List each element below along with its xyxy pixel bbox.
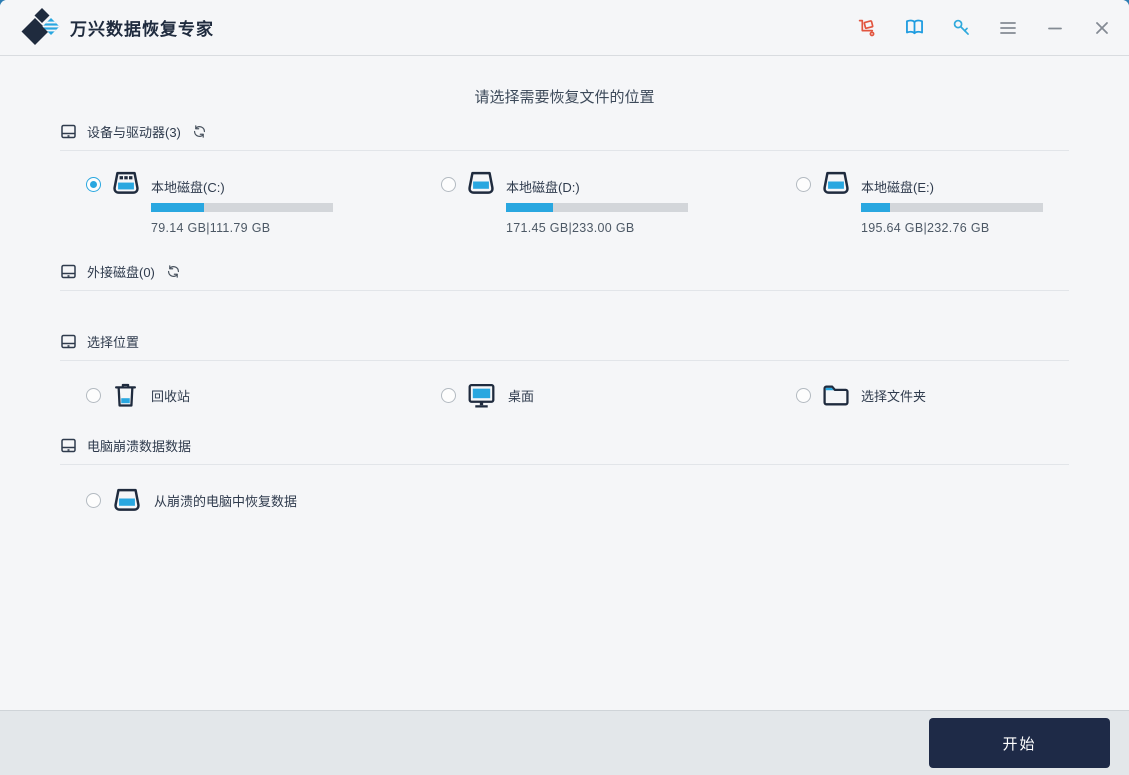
desktop-icon [467,382,496,409]
drive-size-d: 171.45 GB|233.00 GB [506,221,688,235]
key-icon[interactable] [950,17,972,39]
title-bar: 万兴数据恢复专家 [0,0,1129,56]
section-header-crash: 电脑崩溃数据数据 [60,436,1069,465]
drive-usage-bar-e [861,203,1043,212]
drive-label-e: 本地磁盘(E:) [861,177,1043,196]
location-item-desktop[interactable]: 桌面 [441,382,796,409]
drive-small-icon [60,123,77,140]
folder-icon [822,384,849,407]
drive-usage-bar-d [506,203,688,212]
section-header-devices: 设备与驱动器(3) [60,122,1069,151]
radio-drive-e[interactable] [796,177,811,192]
drive-usage-bar-c [151,203,333,212]
drive-icon [466,170,496,196]
main-content: 请选择需要恢复文件的位置 设备与驱动器(3) [0,56,1129,710]
app-window: 万兴数据恢复专家 [0,0,1129,775]
drive-small-icon [60,437,77,454]
radio-crash-recover[interactable] [86,493,101,508]
recycle-bin-icon [112,382,139,409]
start-button[interactable]: 开始 [929,718,1110,768]
radio-recycle-bin[interactable] [86,388,101,403]
drive-info-e: 本地磁盘(E:) 195.64 GB|232.76 GB [861,170,1043,235]
crash-recover-label: 从崩溃的电脑中恢复数据 [154,491,297,510]
close-icon[interactable] [1091,17,1113,39]
drive-label-c: 本地磁盘(C:) [151,177,333,196]
minimize-icon[interactable] [1044,17,1066,39]
location-item-folder[interactable]: 选择文件夹 [796,382,1069,409]
drive-icon [112,487,142,513]
titlebar-icons [856,17,1113,39]
app-logo-icon [20,7,62,49]
crash-row: 从崩溃的电脑中恢复数据 [60,487,1069,513]
crash-recover-item[interactable]: 从崩溃的电脑中恢复数据 [86,487,1069,513]
radio-drive-c[interactable] [86,177,101,192]
drive-size-e: 195.64 GB|232.76 GB [861,221,1043,235]
radio-drive-d[interactable] [441,177,456,192]
drive-item-c[interactable]: 本地磁盘(C:) 79.14 GB|111.79 GB [86,170,441,235]
page-title: 请选择需要恢复文件的位置 [60,86,1069,107]
book-icon[interactable] [903,17,925,39]
drive-icon [821,170,851,196]
location-label-desktop: 桌面 [508,386,534,405]
drive-small-icon [60,263,77,280]
radio-desktop[interactable] [441,388,456,403]
section-label-external: 外接磁盘(0) [87,262,155,281]
menu-icon[interactable] [997,17,1019,39]
drive-item-e[interactable]: 本地磁盘(E:) 195.64 GB|232.76 GB [796,170,1069,235]
drive-info-d: 本地磁盘(D:) 171.45 GB|233.00 GB [506,170,688,235]
cart-icon[interactable] [856,17,878,39]
refresh-icon[interactable] [167,265,180,278]
drive-item-d[interactable]: 本地磁盘(D:) 171.45 GB|233.00 GB [441,170,796,235]
location-label-folder: 选择文件夹 [861,386,926,405]
section-label-location: 选择位置 [87,332,139,351]
radio-folder[interactable] [796,388,811,403]
drive-info-c: 本地磁盘(C:) 79.14 GB|111.79 GB [151,170,333,235]
drives-row: 本地磁盘(C:) 79.14 GB|111.79 GB 本地磁盘(D:) [60,170,1069,235]
app-title: 万兴数据恢复专家 [70,15,214,40]
drive-label-d: 本地磁盘(D:) [506,177,688,196]
drive-size-c: 79.14 GB|111.79 GB [151,221,333,235]
refresh-icon[interactable] [193,125,206,138]
drive-small-icon [60,333,77,350]
section-header-external: 外接磁盘(0) [60,262,1069,291]
section-label-crash: 电脑崩溃数据数据 [87,436,191,455]
location-item-recycle-bin[interactable]: 回收站 [86,382,441,409]
section-header-location: 选择位置 [60,332,1069,361]
locations-row: 回收站 桌面 [60,382,1069,409]
location-label-recycle-bin: 回收站 [151,386,190,405]
section-label-devices: 设备与驱动器(3) [87,122,181,141]
footer-bar: 开始 [0,710,1129,775]
system-drive-icon [111,170,141,196]
